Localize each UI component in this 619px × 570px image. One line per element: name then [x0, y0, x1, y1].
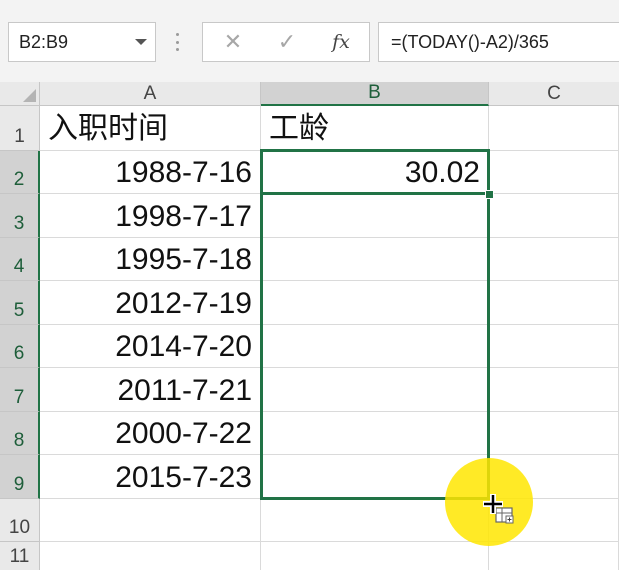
cell-b6[interactable] [261, 325, 489, 368]
cell-a1[interactable]: 入职时间 [40, 106, 261, 151]
row-header-8[interactable]: 8 [0, 412, 40, 455]
cell-b3[interactable] [261, 194, 489, 238]
row-header-5[interactable]: 5 [0, 281, 40, 325]
formula-buttons: ✕ ✓ fx [202, 22, 370, 62]
cell-c6[interactable] [489, 325, 619, 368]
chevron-down-icon[interactable] [135, 39, 147, 45]
crosshair-cursor-icon [483, 494, 503, 514]
cell-a2[interactable]: 1988-7-16 [40, 151, 261, 194]
fill-handle[interactable] [485, 190, 494, 199]
fx-icon[interactable]: fx [317, 23, 365, 61]
cell-c2[interactable] [489, 151, 619, 194]
name-box[interactable]: B2:B9 [8, 22, 156, 62]
cell-b4[interactable] [261, 238, 489, 281]
cell-c1[interactable] [489, 106, 619, 151]
column-header-c[interactable]: C [489, 82, 619, 106]
cell-a8[interactable]: 2000-7-22 [40, 412, 261, 455]
grip-icon [176, 33, 179, 51]
cell-b11[interactable] [261, 542, 489, 570]
row-header-6[interactable]: 6 [0, 325, 40, 368]
row-header-11[interactable]: 11 [0, 542, 40, 570]
row-header-7[interactable]: 7 [0, 368, 40, 412]
row-header-9[interactable]: 9 [0, 455, 40, 499]
formula-text: =(TODAY()-A2)/365 [391, 32, 549, 52]
cell-c5[interactable] [489, 281, 619, 325]
cell-a4[interactable]: 1995-7-18 [40, 238, 261, 281]
cell-c11[interactable] [489, 542, 619, 570]
formula-input[interactable]: =(TODAY()-A2)/365 [378, 22, 619, 62]
row-header-3[interactable]: 3 [0, 194, 40, 238]
cell-b1[interactable]: 工龄 [261, 106, 489, 151]
row-header-10[interactable]: 10 [0, 499, 40, 542]
cell-c7[interactable] [489, 368, 619, 412]
cell-c3[interactable] [489, 194, 619, 238]
cell-b7[interactable] [261, 368, 489, 412]
cell-b2[interactable]: 30.02 [261, 151, 489, 194]
cell-c4[interactable] [489, 238, 619, 281]
cell-b8[interactable] [261, 412, 489, 455]
formula-bar: B2:B9 ✕ ✓ fx =(TODAY()-A2)/365 [0, 0, 619, 83]
cell-b5[interactable] [261, 281, 489, 325]
cell-a3[interactable]: 1998-7-17 [40, 194, 261, 238]
cell-a10[interactable] [40, 499, 261, 542]
cell-a11[interactable] [40, 542, 261, 570]
cell-a9[interactable]: 2015-7-23 [40, 455, 261, 499]
row-header-4[interactable]: 4 [0, 238, 40, 281]
check-icon[interactable]: ✓ [263, 23, 311, 61]
select-all-button[interactable] [0, 82, 40, 106]
row-header-1[interactable]: 1 [0, 106, 40, 151]
cell-a6[interactable]: 2014-7-20 [40, 325, 261, 368]
row-header-2[interactable]: 2 [0, 151, 40, 194]
name-box-value: B2:B9 [19, 32, 69, 52]
cell-a5[interactable]: 2012-7-19 [40, 281, 261, 325]
cell-c8[interactable] [489, 412, 619, 455]
cell-a7[interactable]: 2011-7-21 [40, 368, 261, 412]
close-icon[interactable]: ✕ [209, 23, 257, 61]
